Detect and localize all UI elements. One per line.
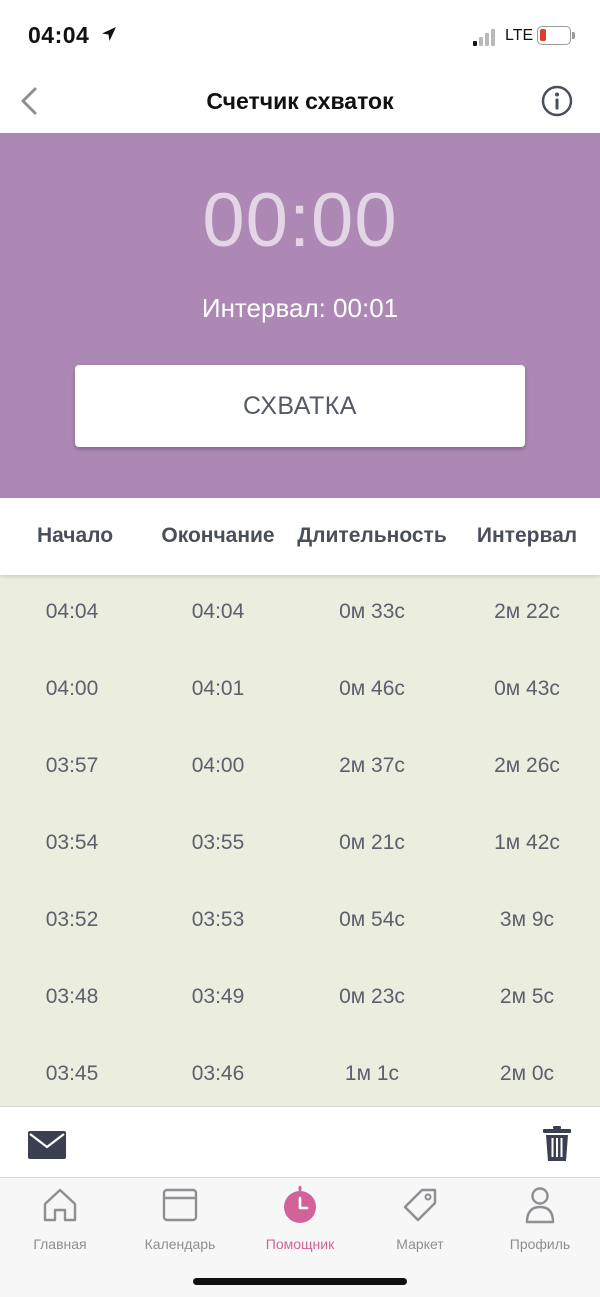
contraction-button[interactable]: СХВАТКА (75, 365, 525, 447)
tab-label: Профиль (509, 1236, 571, 1252)
home-icon (43, 1188, 77, 1222)
cell-duration: 0м 33с (339, 600, 405, 623)
status-time: 04:04 (28, 22, 90, 48)
profile-icon (525, 1187, 555, 1224)
nav-bar: Счетчик схваток (0, 70, 600, 133)
signal-strength-icon (473, 28, 499, 46)
cell-end: 03:49 (191, 985, 245, 1008)
battery-icon (537, 26, 575, 45)
cell-interval: 2м 5с (499, 985, 555, 1008)
cell-start: 03:54 (45, 831, 99, 854)
column-header-start: Начало (36, 524, 114, 547)
cell-start: 04:00 (45, 677, 99, 700)
mail-icon[interactable] (28, 1131, 66, 1159)
cell-interval: 3м 9с (499, 908, 555, 931)
network-type: LTE (505, 27, 534, 44)
table-row[interactable]: 03:48 03:49 0м 23с 2м 5с (0, 960, 600, 1037)
cell-interval: 0м 43с (494, 677, 560, 700)
table-row[interactable]: 03:52 03:53 0м 54с 3м 9с (0, 883, 600, 960)
table-row[interactable]: 03:45 03:46 1м 1с 2м 0с (0, 1037, 600, 1106)
cell-end: 03:46 (191, 1062, 245, 1085)
tab-label: Помощник (265, 1236, 335, 1252)
cell-interval: 1м 42с (494, 831, 560, 854)
table-row[interactable]: 03:57 04:00 2м 37с 2м 26с (0, 729, 600, 806)
info-icon[interactable] (540, 84, 574, 118)
cell-duration: 0м 23с (339, 985, 405, 1008)
table-row[interactable]: 03:54 03:55 0м 21с 1м 42с (0, 806, 600, 883)
tab-profile[interactable]: Профиль (480, 1184, 600, 1254)
cell-end: 04:04 (191, 600, 245, 623)
cell-start: 03:52 (45, 908, 99, 931)
cell-end: 04:00 (191, 754, 245, 777)
tab-label: Календарь (144, 1236, 216, 1252)
cell-duration: 1м 1с (344, 1062, 400, 1085)
calendar-icon (162, 1188, 198, 1222)
page-title: Счетчик схваток (206, 88, 394, 114)
interval-label: Интервал: 00:01 (201, 293, 399, 323)
cell-duration: 0м 54с (339, 908, 405, 931)
tab-market[interactable]: Маркет (360, 1184, 480, 1254)
tab-bar: Главная Календарь Помощник Маркет Профил… (0, 1178, 600, 1297)
home-indicator[interactable] (193, 1278, 407, 1285)
tab-label: Главная (33, 1236, 87, 1252)
cell-end: 03:55 (191, 831, 245, 854)
tab-home[interactable]: Главная (0, 1184, 120, 1254)
contractions-table: 04:04 04:04 0м 33с 2м 22с 04:00 04:01 0м… (0, 575, 600, 1106)
tab-label: Маркет (396, 1236, 444, 1252)
tag-icon (403, 1188, 437, 1222)
cell-interval: 2м 26с (494, 754, 560, 777)
cell-duration: 0м 46с (339, 677, 405, 700)
cell-duration: 0м 21с (339, 831, 405, 854)
cell-interval: 2м 0с (499, 1062, 555, 1085)
contraction-timer: 00:00 (202, 178, 398, 263)
tab-assistant[interactable]: Помощник (240, 1184, 360, 1254)
cell-end: 03:53 (191, 908, 245, 931)
cell-start: 04:04 (45, 600, 99, 623)
trash-icon[interactable] (543, 1126, 571, 1162)
cell-end: 04:01 (191, 677, 245, 700)
column-header-interval: Интервал (476, 524, 578, 547)
table-row[interactable]: 04:04 04:04 0м 33с 2м 22с (0, 575, 600, 652)
cell-start: 03:57 (45, 754, 99, 777)
location-arrow-icon (102, 27, 116, 41)
cell-start: 03:48 (45, 985, 99, 1008)
cell-duration: 2м 37с (339, 754, 405, 777)
column-header-end: Окончание (161, 524, 275, 547)
table-header: Начало Окончание Длительность Интервал (0, 498, 600, 575)
column-header-duration: Длительность (297, 524, 447, 547)
timer-panel: 00:00 Интервал: 00:01 СХВАТКА (0, 133, 600, 498)
cell-start: 03:45 (45, 1062, 99, 1085)
tab-calendar[interactable]: Календарь (120, 1184, 240, 1254)
action-toolbar (0, 1106, 600, 1178)
table-row[interactable]: 04:00 04:01 0м 46с 0м 43с (0, 652, 600, 729)
status-bar: 04:04 LTE (0, 0, 600, 70)
assistant-clock-icon (284, 1186, 316, 1223)
cell-interval: 2м 22с (494, 600, 560, 623)
